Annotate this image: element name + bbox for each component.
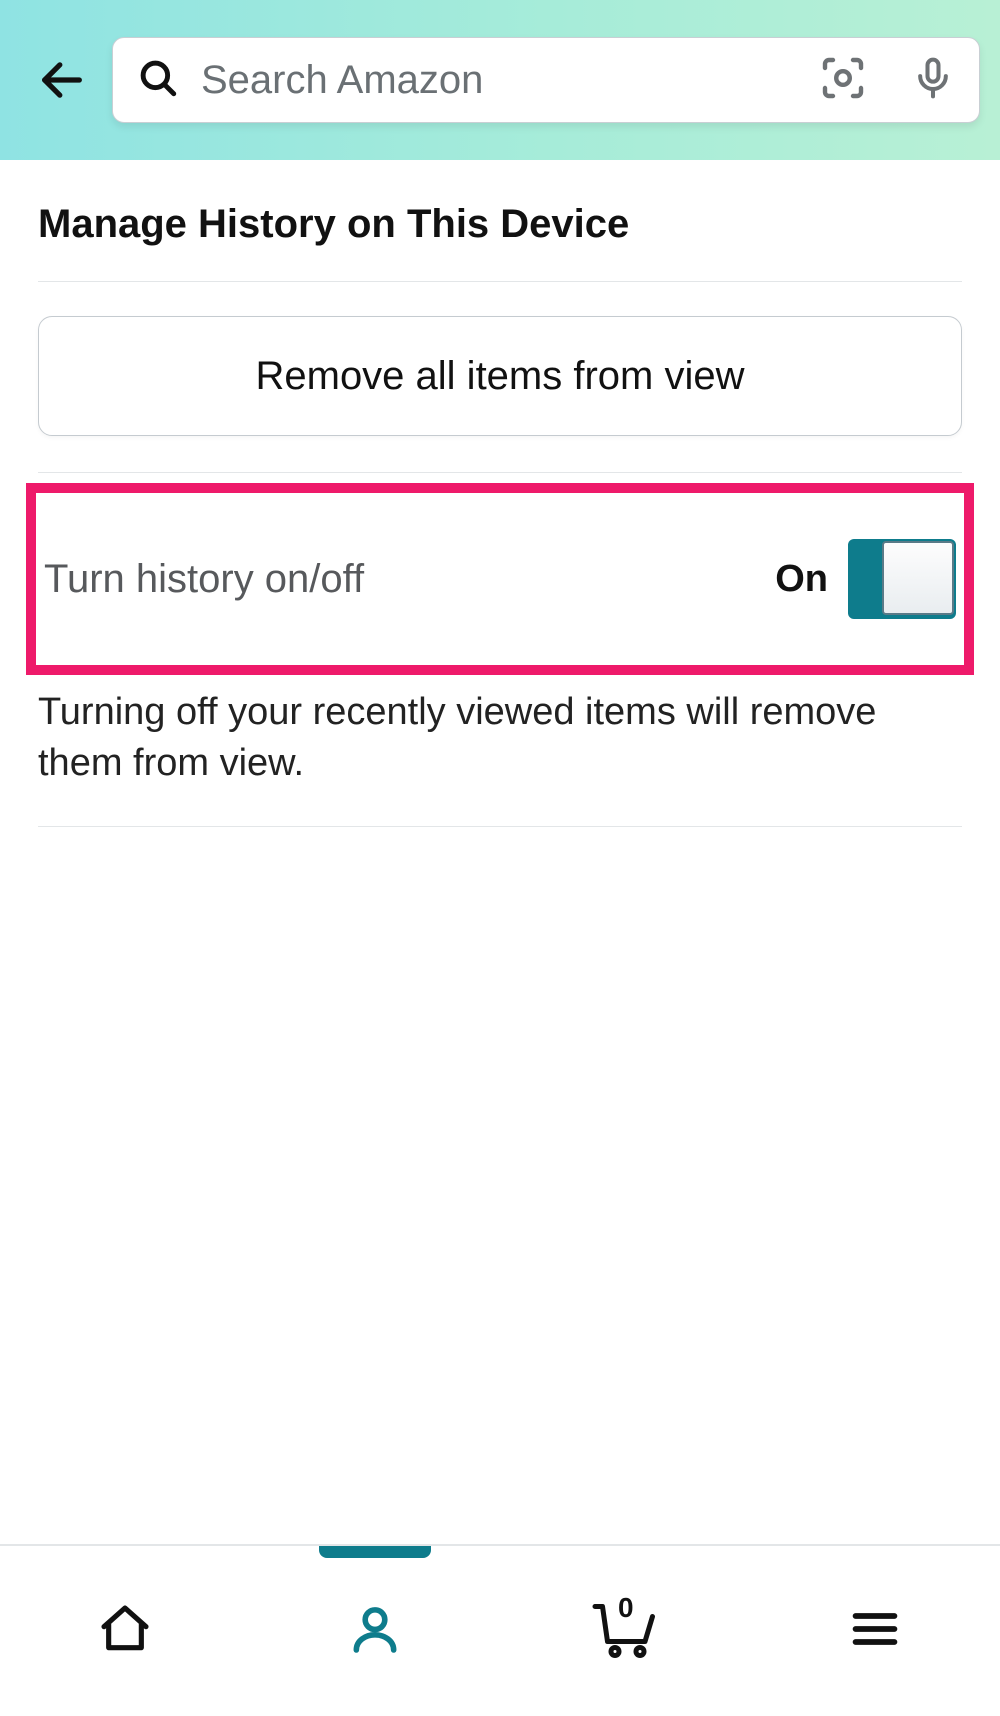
microphone-icon[interactable]	[911, 54, 955, 107]
cart-icon	[590, 1647, 660, 1664]
nav-home[interactable]	[0, 1546, 250, 1716]
nav-menu[interactable]	[750, 1546, 1000, 1716]
nav-account[interactable]	[250, 1546, 500, 1716]
divider	[38, 826, 962, 827]
user-icon	[347, 1601, 403, 1662]
divider	[38, 281, 962, 282]
bottom-nav: 0	[0, 1544, 1000, 1716]
arrow-left-icon	[36, 54, 88, 106]
history-toggle-state: On	[775, 558, 828, 601]
history-help-text: Turning off your recently viewed items w…	[38, 675, 962, 826]
search-icon	[137, 57, 179, 104]
cart-count-badge: 0	[618, 1592, 634, 1624]
active-tab-indicator	[319, 1546, 431, 1558]
back-button[interactable]	[30, 48, 94, 112]
history-toggle-label: Turn history on/off	[44, 557, 364, 602]
highlighted-toggle-section: Turn history on/off On	[26, 483, 974, 675]
camera-scan-icon[interactable]	[819, 54, 867, 107]
home-icon	[97, 1601, 153, 1662]
page-title: Manage History on This Device	[38, 160, 962, 281]
remove-all-items-button[interactable]: Remove all items from view	[38, 316, 962, 436]
search-input[interactable]	[201, 58, 809, 103]
search-bar[interactable]	[112, 37, 980, 123]
nav-cart[interactable]: 0	[500, 1546, 750, 1716]
history-toggle-switch[interactable]	[848, 539, 956, 619]
history-toggle-row: Turn history on/off On	[44, 515, 956, 643]
content-area: Manage History on This Device Remove all…	[0, 160, 1000, 827]
divider	[38, 472, 962, 473]
app-header	[0, 0, 1000, 160]
hamburger-icon	[849, 1603, 901, 1660]
